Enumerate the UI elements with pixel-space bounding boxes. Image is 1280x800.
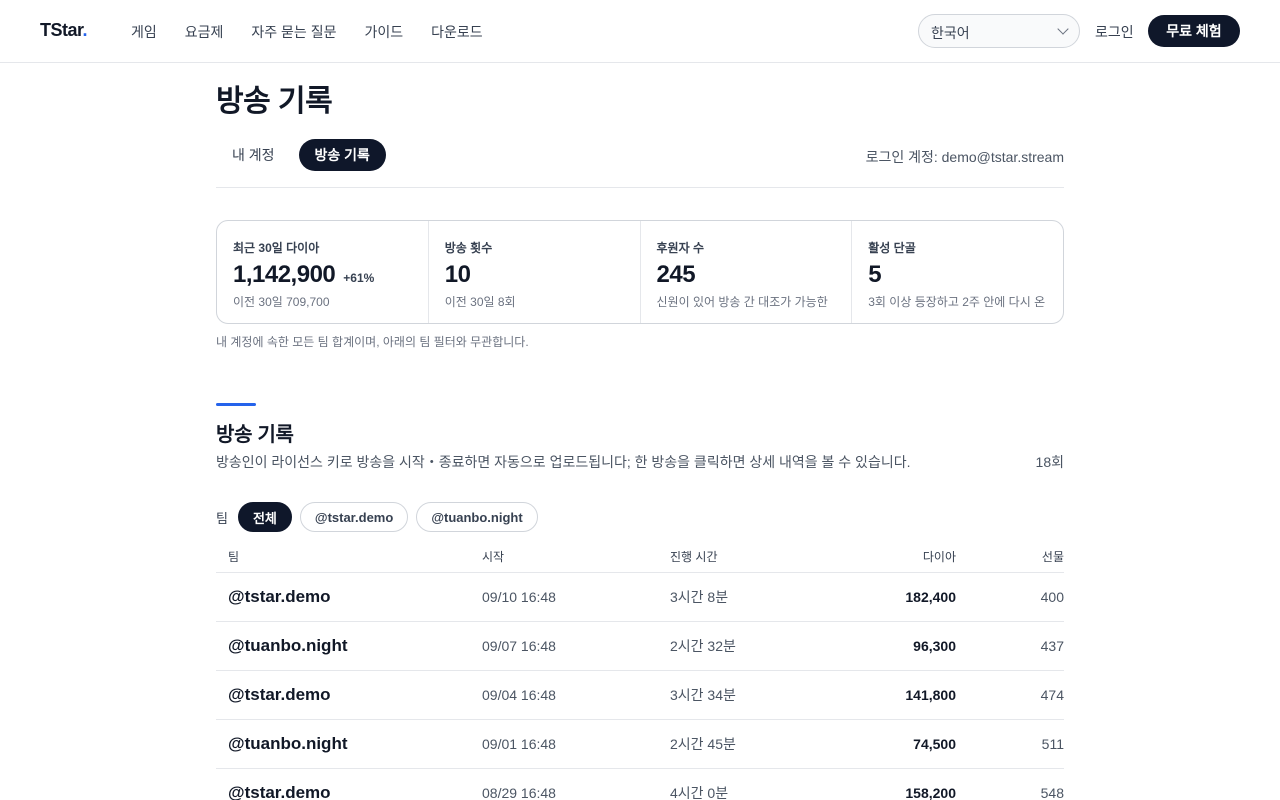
section-accent-bar: [216, 403, 256, 406]
cell-gifts: 400: [1040, 589, 1064, 605]
column-header-diamonds: 다이아: [922, 549, 956, 564]
team-filter: 팀 전체 @tstar.demo @tuanbo.night: [216, 502, 538, 532]
logo-dot: .: [82, 20, 88, 40]
stat-note: 3회 이상 등장하고 2주 안에 다시 온: [868, 295, 1046, 309]
nav-item-faq[interactable]: 자주 묻는 질문: [251, 22, 336, 42]
logo-text: TStar: [40, 20, 83, 40]
stat-value: 5: [868, 261, 882, 288]
stat-broadcast-count: 방송 횟수 10 이전 30일 8회: [429, 221, 641, 323]
cell-team: @tstar.demo: [228, 783, 331, 800]
divider: [216, 187, 1064, 188]
broadcast-table: 팀 시작 진행 시간 다이아 선물 @tstar.demo 09/10 16:4…: [216, 540, 1064, 800]
filter-label: 팀: [216, 510, 228, 526]
table-row[interactable]: @tstar.demo 09/10 16:48 3시간 8분 182,400 4…: [216, 573, 1064, 622]
cell-diamonds: 96,300: [913, 638, 956, 654]
filter-chip-tuanbo-night[interactable]: @tuanbo.night: [416, 502, 538, 532]
language-select[interactable]: 한국어: [918, 14, 1080, 48]
table-row[interactable]: @tstar.demo 08/29 16:48 4시간 0분 158,200 5…: [216, 769, 1064, 800]
table-header: 팀 시작 진행 시간 다이아 선물: [216, 540, 1064, 573]
cell-start: 09/07 16:48: [482, 638, 556, 654]
stat-delta: +61%: [343, 271, 375, 285]
cell-duration: 2시간 45분: [670, 736, 736, 752]
logged-in-account: 로그인 계정: demo@tstar.stream: [865, 149, 1064, 165]
stat-note: 이전 30일 709,700: [233, 295, 330, 309]
cell-diamonds: 182,400: [905, 589, 956, 605]
cell-team: @tstar.demo: [228, 685, 331, 704]
cell-start: 09/04 16:48: [482, 687, 556, 703]
filter-chip-tstar-demo[interactable]: @tstar.demo: [299, 502, 409, 532]
nav-item-guide[interactable]: 가이드: [364, 22, 403, 42]
cell-duration: 3시간 34분: [670, 687, 736, 703]
stat-active-regulars: 활성 단골 5 3회 이상 등장하고 2주 안에 다시 온: [852, 221, 1063, 323]
column-header-gifts: 선물: [1041, 549, 1064, 564]
main-nav: 게임 요금제 자주 묻는 질문 가이드 다운로드: [131, 22, 483, 42]
column-header-start: 시작: [482, 549, 505, 564]
free-trial-button[interactable]: 무료 체험: [1148, 15, 1240, 47]
cell-start: 09/10 16:48: [482, 589, 556, 605]
stats-footnote: 내 계정에 속한 모든 팀 합계이며, 아래의 팀 필터와 무관합니다.: [216, 335, 529, 349]
stat-label: 후원자 수: [656, 241, 705, 255]
page-title: 방송 기록: [216, 85, 333, 118]
stat-value-row: 245: [657, 261, 836, 289]
cell-gifts: 548: [1040, 785, 1064, 800]
tab-broadcast-history[interactable]: 방송 기록: [298, 139, 386, 171]
section-title: 방송 기록: [216, 424, 294, 446]
stat-note: 신원이 있어 방송 간 대조가 가능한: [656, 295, 828, 309]
account-tabs: 내 계정 방송 기록: [216, 139, 386, 171]
tab-my-account[interactable]: 내 계정: [216, 139, 291, 171]
cell-duration: 2시간 32분: [670, 638, 736, 654]
stat-value-row: 10: [445, 261, 624, 289]
broadcast-count: 18회: [1035, 454, 1064, 470]
stat-value-row: 1,142,900 +61%: [233, 261, 412, 289]
stat-value: 1,142,900: [233, 261, 336, 288]
cell-gifts: 511: [1041, 736, 1064, 752]
cell-team: @tstar.demo: [228, 587, 331, 606]
nav-item-download[interactable]: 다운로드: [431, 22, 483, 42]
cell-team: @tuanbo.night: [228, 636, 348, 655]
login-link[interactable]: 로그인: [1095, 22, 1134, 42]
cell-start: 08/29 16:48: [482, 785, 556, 800]
stat-value: 245: [656, 261, 696, 288]
cell-diamonds: 141,800: [905, 687, 956, 703]
stat-label: 최근 30일 다이아: [233, 241, 320, 255]
chevron-down-icon: [1057, 23, 1069, 35]
stat-label: 활성 단골: [868, 241, 916, 255]
table-row[interactable]: @tstar.demo 09/04 16:48 3시간 34분 141,800 …: [216, 671, 1064, 720]
cell-team: @tuanbo.night: [228, 734, 348, 753]
stat-note: 이전 30일 8회: [444, 295, 516, 309]
column-header-team: 팀: [228, 549, 240, 564]
cell-duration: 3시간 8분: [670, 589, 729, 605]
nav-item-games[interactable]: 게임: [131, 22, 157, 42]
logo[interactable]: TStar.: [40, 20, 87, 41]
column-header-duration: 진행 시간: [670, 549, 718, 564]
stat-diamonds-30d: 최근 30일 다이아 1,142,900 +61% 이전 30일 709,700: [217, 221, 429, 323]
stat-supporter-count: 후원자 수 245 신원이 있어 방송 간 대조가 가능한: [641, 221, 853, 323]
section-description: 방송인이 라이선스 키로 방송을 시작・종료하면 자동으로 업로드됩니다; 한 …: [216, 454, 911, 470]
stat-value: 10: [444, 261, 471, 288]
cell-gifts: 437: [1040, 638, 1064, 654]
stat-label: 방송 횟수: [444, 241, 493, 255]
cell-gifts: 474: [1040, 687, 1064, 703]
nav-item-pricing[interactable]: 요금제: [185, 22, 224, 42]
cell-duration: 4시간 0분: [670, 785, 729, 800]
table-row[interactable]: @tuanbo.night 09/01 16:48 2시간 45분 74,500…: [216, 720, 1064, 769]
language-value: 한국어: [931, 25, 970, 41]
stats-card: 최근 30일 다이아 1,142,900 +61% 이전 30일 709,700 …: [216, 220, 1064, 324]
filter-chip-all[interactable]: 전체: [237, 502, 292, 532]
cell-start: 09/01 16:48: [482, 736, 556, 752]
cell-diamonds: 74,500: [913, 736, 956, 752]
stat-value-row: 5: [868, 261, 1047, 289]
table-row[interactable]: @tuanbo.night 09/07 16:48 2시간 32분 96,300…: [216, 622, 1064, 671]
top-header: TStar. 게임 요금제 자주 묻는 질문 가이드 다운로드 한국어 로그인 …: [0, 0, 1280, 63]
cell-diamonds: 158,200: [905, 785, 956, 800]
